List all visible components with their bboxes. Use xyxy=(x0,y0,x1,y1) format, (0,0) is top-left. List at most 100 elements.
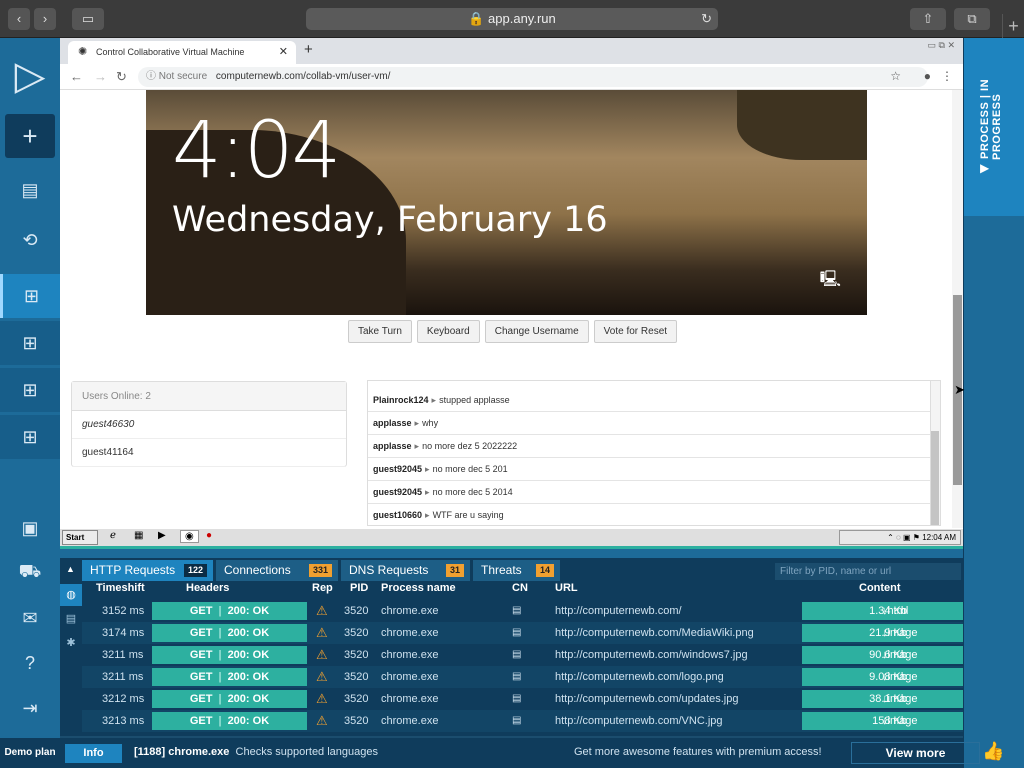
url-cell[interactable]: http://computernewb.com/MediaWiki.png xyxy=(555,622,754,644)
content-type: ↓ image xyxy=(882,624,917,642)
chrome-omnibox[interactable]: ⓘ Not secure computernewb.com/collab-vm/… xyxy=(138,67,928,87)
history-icon[interactable]: ⟲ xyxy=(0,218,60,262)
headers-badge[interactable]: GET | 200: OK xyxy=(152,668,307,686)
opera-icon[interactable]: ● xyxy=(206,530,212,541)
table-row[interactable]: 3213 ms GET | 200: OK ⚠ 3520 chrome.exe ▤ http:/… xyxy=(82,710,963,732)
tab-dns-requests[interactable]: DNS Requests 31 xyxy=(341,560,470,581)
view-more-button[interactable]: View more xyxy=(851,742,980,764)
take-turn-button[interactable]: Take Turn xyxy=(348,320,412,343)
address-bar[interactable]: 🔒 app.any.run ↻ xyxy=(306,8,718,30)
content-cell[interactable]: 90.6 Kb ↓ image xyxy=(802,646,963,664)
url-cell[interactable]: http://computernewb.com/windows7.jpg xyxy=(555,644,748,666)
tab-threats[interactable]: Threats 14 xyxy=(473,560,560,581)
user-item[interactable]: guest46630 xyxy=(72,411,346,439)
info-button[interactable]: Info xyxy=(65,744,122,763)
browser-toolbar: ‹ › ▭ 🔒 app.any.run ↻ ⇧ ⧉ + xyxy=(0,0,1024,38)
headers-badge[interactable]: GET | 200: OK xyxy=(152,646,307,664)
tab-connections[interactable]: Connections 331 xyxy=(216,560,338,581)
headers-badge[interactable]: GET | 200: OK xyxy=(152,690,307,708)
reports-icon[interactable]: ▤ xyxy=(0,168,60,212)
filter-input[interactable]: Filter by PID, name or url xyxy=(775,563,961,580)
logout-icon[interactable]: ⇥ xyxy=(0,686,60,730)
process-panel-toggle[interactable]: ◀ PROCESS | IN PROGRESS xyxy=(964,38,1024,216)
globe-icon[interactable]: ◍ xyxy=(60,584,82,606)
profile-icon[interactable]: ● xyxy=(924,69,931,83)
warning-icon[interactable]: ⚠ xyxy=(316,600,328,622)
bookmark-star-icon[interactable]: ☆ xyxy=(890,69,901,83)
thumbs-up-icon[interactable]: 👍 xyxy=(982,741,1004,762)
collapse-panel-icon[interactable]: ▲ xyxy=(66,564,75,574)
table-row[interactable]: 3211 ms GET | 200: OK ⚠ 3520 chrome.exe ▤ http:/… xyxy=(82,666,963,688)
explorer-icon[interactable]: ▦ xyxy=(134,530,143,541)
headers-badge[interactable]: GET | 200: OK xyxy=(152,624,307,642)
help-icon[interactable]: ? xyxy=(0,641,60,685)
page-scrollbar[interactable] xyxy=(952,90,963,546)
chat-text: why xyxy=(422,418,439,428)
method-label: GET xyxy=(189,649,213,661)
headers-badge[interactable]: GET | 200: OK xyxy=(152,712,307,730)
url-cell[interactable]: http://computernewb.com/logo.png xyxy=(555,666,724,688)
change-username-button[interactable]: Change Username xyxy=(484,320,589,343)
window-controls[interactable]: ▭ ⧉ ✕ xyxy=(928,40,955,51)
url-cell[interactable]: http://computernewb.com/VNC.jpg xyxy=(555,710,723,732)
media-icon[interactable]: ▶ xyxy=(158,530,166,541)
warning-icon[interactable]: ⚠ xyxy=(316,710,328,732)
chrome-back-icon[interactable]: ← xyxy=(70,69,83,84)
user-item[interactable]: guest41164 xyxy=(72,439,346,467)
table-row[interactable]: 3212 ms GET | 200: OK ⚠ 3520 chrome.exe ▤ http:/… xyxy=(82,688,963,710)
keyboard-button[interactable]: Keyboard xyxy=(416,320,480,343)
anyrun-logo-icon[interactable]: ▷ xyxy=(0,46,60,106)
chat-user: guest92045 xyxy=(373,487,423,497)
url-cell[interactable]: http://computernewb.com/ xyxy=(555,600,682,622)
content-cell[interactable]: 21.9 Kb ↓ image xyxy=(802,624,963,642)
warning-icon[interactable]: ⚠ xyxy=(316,644,328,666)
pid-cell: 3520 xyxy=(344,605,369,617)
table-row[interactable]: 3152 ms GET | 200: OK ⚠ 3520 chrome.exe ▤ http:/… xyxy=(82,600,963,622)
chat-scrollbar[interactable] xyxy=(930,381,940,525)
reload-icon[interactable]: ↻ xyxy=(701,8,712,30)
tab-http-requests[interactable]: HTTP Requests 122 xyxy=(82,560,213,581)
table-row[interactable]: 3174 ms GET | 200: OK ⚠ 3520 chrome.exe ▤ http:/… xyxy=(82,622,963,644)
start-button[interactable]: Start xyxy=(62,530,98,545)
url-cell[interactable]: http://computernewb.com/updates.jpg xyxy=(555,688,738,710)
chrome-taskbar-icon[interactable]: ◉ xyxy=(180,530,199,543)
headers-badge[interactable]: GET | 200: OK xyxy=(152,602,307,620)
tabs-button[interactable]: ⧉ xyxy=(954,8,990,30)
windows-task-icon[interactable]: ⊞ xyxy=(0,415,60,459)
cart-icon[interactable]: ⛟ xyxy=(0,551,60,595)
tab-count: 331 xyxy=(308,564,332,577)
ie-icon[interactable]: ℯ xyxy=(110,530,116,541)
share-button[interactable]: ⇧ xyxy=(910,8,946,30)
table-row[interactable]: 3211 ms GET | 200: OK ⚠ 3520 chrome.exe ▤ http:/… xyxy=(82,644,963,666)
warning-icon[interactable]: ⚠ xyxy=(316,688,328,710)
content-cell[interactable]: 1.34 Kb ↓ html xyxy=(802,602,963,620)
sidebar-toggle-button[interactable]: ▭ xyxy=(72,8,104,30)
chrome-reload-icon[interactable]: ↻ xyxy=(116,69,127,85)
windows-task-icon[interactable]: ⊞ xyxy=(0,274,60,318)
file-icon[interactable]: ▤ xyxy=(60,608,82,630)
vm-lock-screen[interactable]: 4:04 Wednesday, February 16 🖳 xyxy=(146,90,867,315)
mail-icon[interactable]: ✉ xyxy=(0,596,60,640)
warning-icon[interactable]: ⚠ xyxy=(316,666,328,688)
chat-log[interactable]: Plainrock124 ▸ stupped applasse applasse ▸ w… xyxy=(367,380,941,526)
vote-for-reset-button[interactable]: Vote for Reset xyxy=(593,320,678,343)
windows-task-icon[interactable]: ⊞ xyxy=(0,368,60,412)
new-tab-icon[interactable]: + xyxy=(304,41,313,58)
chrome-tab[interactable]: ✺ Control Collaborative Virtual Machine … xyxy=(68,41,296,64)
profile-icon[interactable]: ▣ xyxy=(0,506,60,550)
close-tab-icon[interactable]: ✕ xyxy=(279,41,288,64)
back-button[interactable]: ‹ xyxy=(8,8,30,30)
chrome-forward-icon[interactable]: → xyxy=(94,69,107,84)
new-task-button[interactable]: + xyxy=(5,114,55,158)
vm-screen[interactable]: ✺ Control Collaborative Virtual Machine … xyxy=(60,38,965,546)
new-tab-button[interactable]: + xyxy=(1002,14,1024,38)
windows-task-icon[interactable]: ⊞ xyxy=(0,321,60,365)
content-cell[interactable]: 158 Kb ↓ image xyxy=(802,712,963,730)
content-cell[interactable]: 9.08 Kb ↓ image xyxy=(802,668,963,686)
content-cell[interactable]: 38.1 Kb ↓ image xyxy=(802,690,963,708)
bug-icon[interactable]: ✱ xyxy=(60,632,82,654)
warning-icon[interactable]: ⚠ xyxy=(316,622,328,644)
chrome-menu-icon[interactable]: ⋮ xyxy=(941,69,953,83)
tab-label: Threats xyxy=(481,563,522,577)
forward-button[interactable]: › xyxy=(34,8,56,30)
